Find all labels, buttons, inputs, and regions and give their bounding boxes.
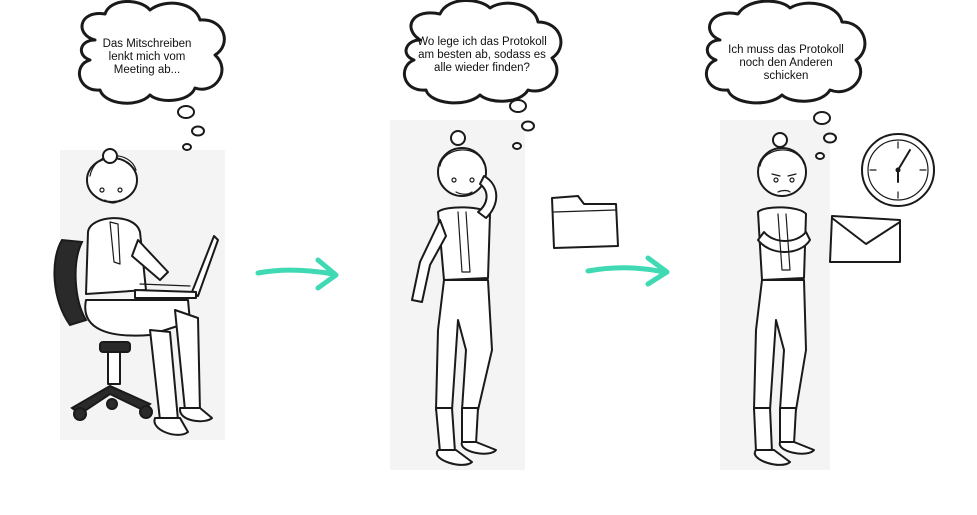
thought-line: lenkt mich vom bbox=[108, 51, 186, 63]
comic-strip: .ink { fill: none; stroke: #1a1a1a; stro… bbox=[0, 0, 977, 510]
envelope-icon bbox=[829, 215, 901, 263]
arrow-2 bbox=[585, 255, 670, 287]
thought-dot bbox=[813, 111, 831, 125]
thought-dot bbox=[509, 99, 527, 113]
thought-line: noch den Anderen bbox=[739, 57, 833, 69]
thought-dot bbox=[815, 152, 825, 160]
thought-line: Das Mitschreiben bbox=[102, 38, 192, 50]
thought-line: am besten ab, sodass es bbox=[418, 49, 546, 61]
thought-text-3: Ich muss das Protokoll noch den Anderen … bbox=[712, 44, 860, 83]
thought-dot bbox=[512, 142, 522, 150]
thought-dot bbox=[823, 132, 837, 144]
thought-text-1: Das Mitschreiben lenkt mich vom Meeting … bbox=[92, 38, 202, 77]
thought-dot bbox=[521, 120, 535, 132]
thought-dot bbox=[177, 105, 195, 119]
thought-text-2: Wo lege ich das Protokoll am besten ab, … bbox=[408, 36, 556, 75]
thought-line: alle wieder finden? bbox=[434, 62, 530, 74]
arrow-1 bbox=[255, 257, 339, 291]
thought-dot bbox=[182, 143, 192, 151]
thought-dot bbox=[191, 125, 205, 137]
thought-line: Ich muss das Protokoll bbox=[728, 44, 844, 56]
clock-icon bbox=[861, 133, 935, 207]
thought-line: schicken bbox=[763, 70, 809, 82]
thought-line: Wo lege ich das Protokoll bbox=[417, 36, 547, 48]
folder-icon bbox=[551, 195, 619, 249]
thought-line: Meeting ab... bbox=[113, 64, 181, 76]
